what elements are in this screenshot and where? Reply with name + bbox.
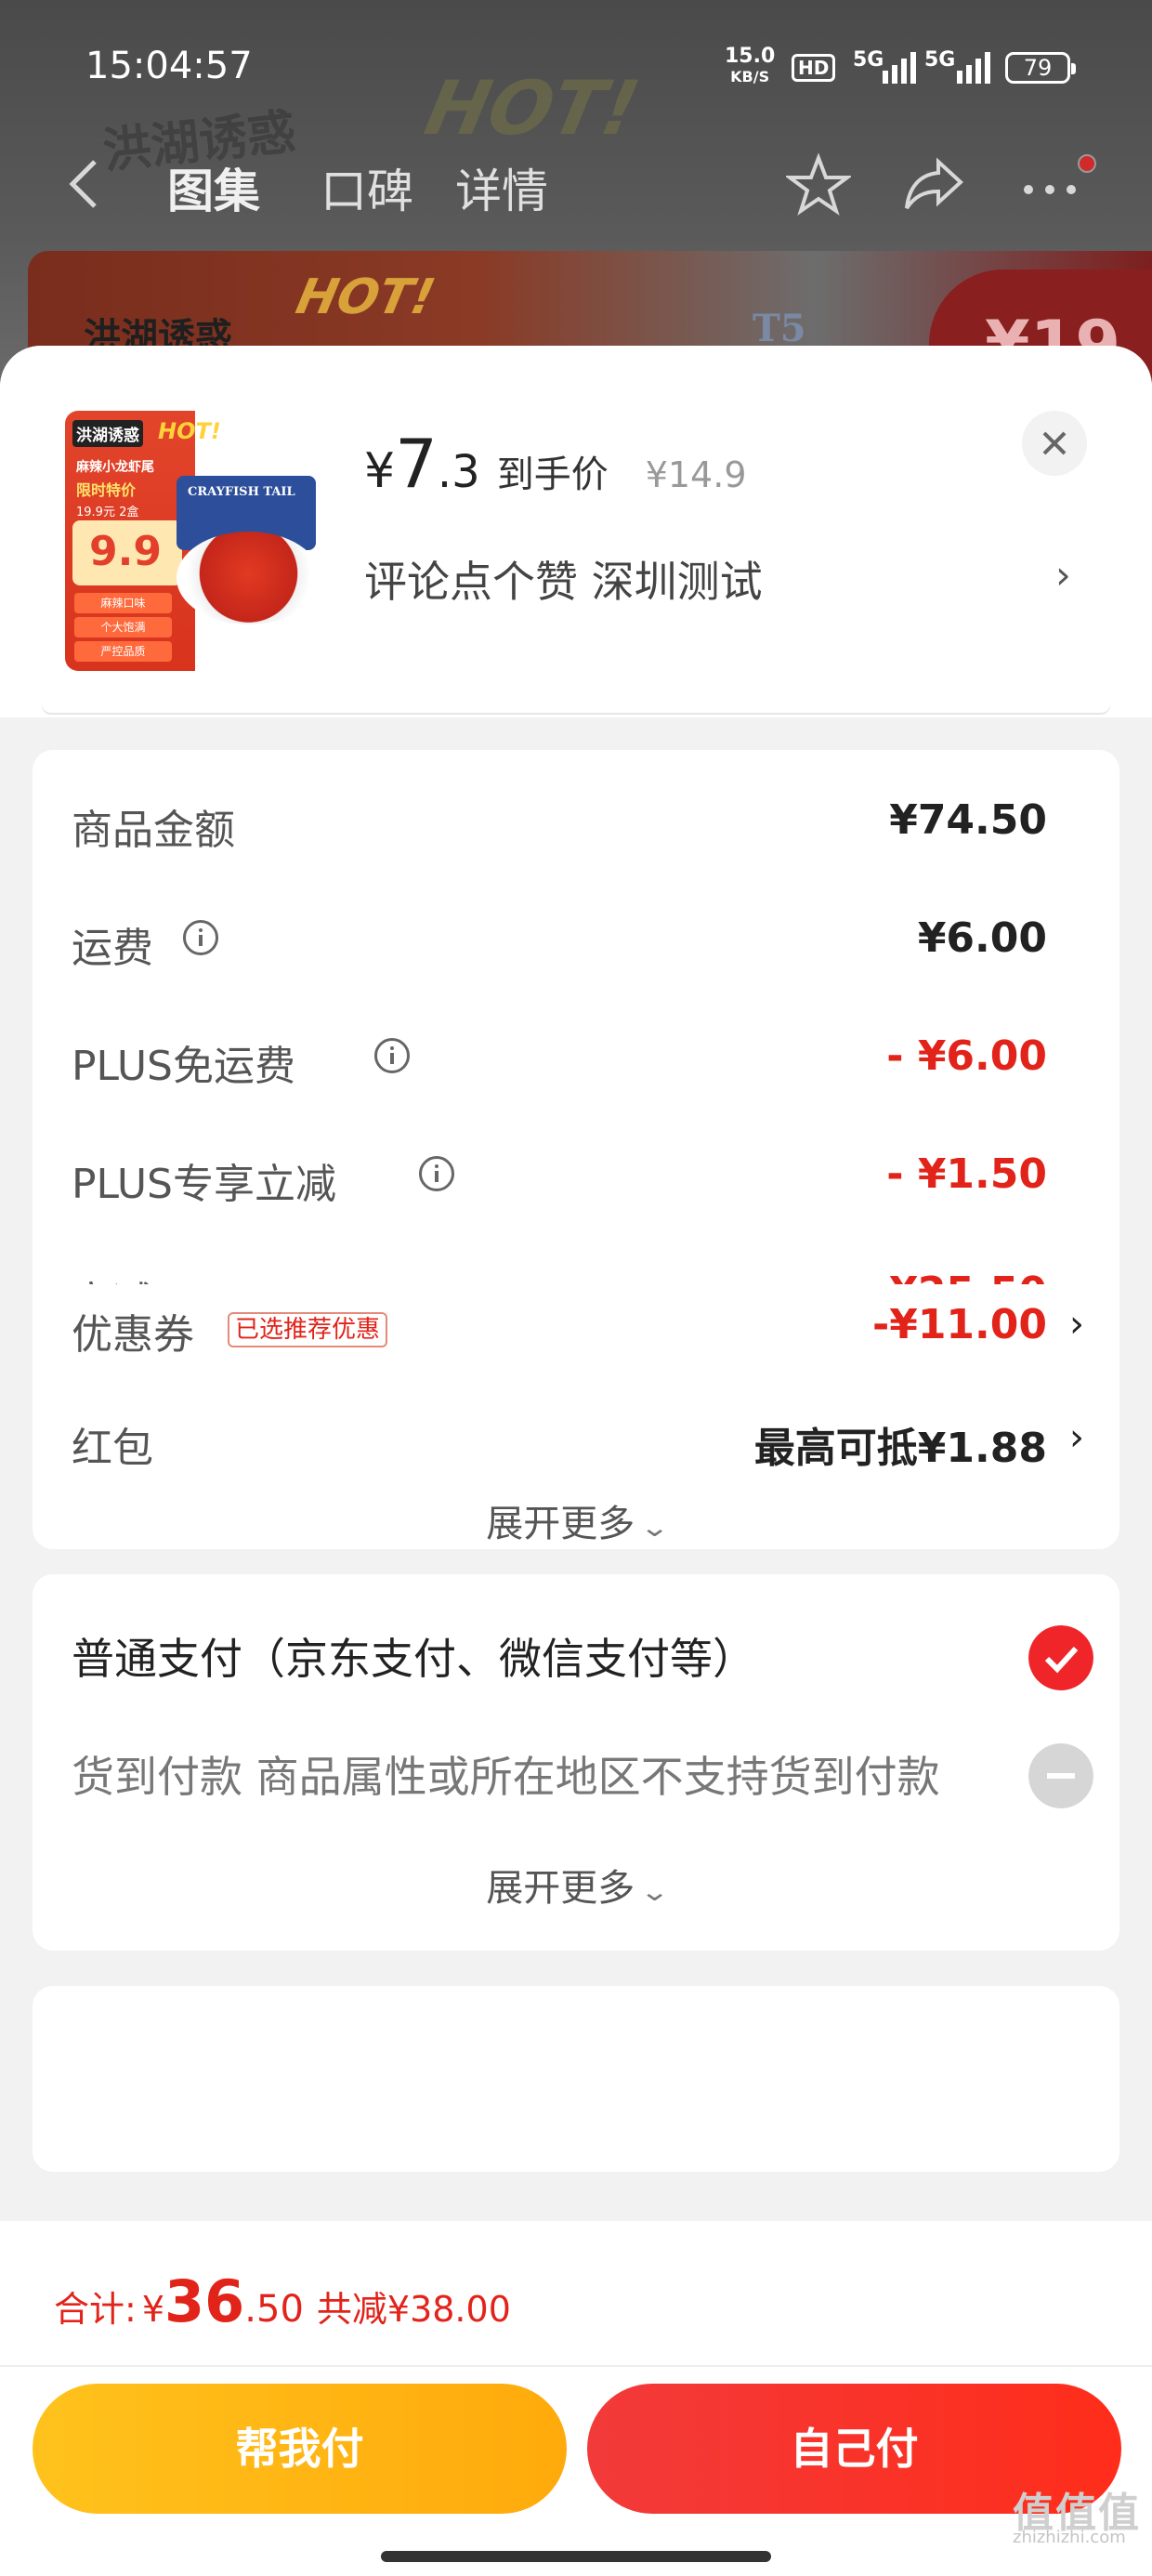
- red-packet-value: 最高可抵¥1.88: [753, 1425, 1047, 1472]
- product-spec[interactable]: 评论点个赞 深圳测试: [364, 548, 763, 610]
- signal-bars-icon-2: [957, 52, 990, 84]
- signal-5g-label-2: 5G: [924, 48, 956, 72]
- fee-value: - ¥1.50: [886, 1150, 1047, 1198]
- fee-label: PLUS免运费: [72, 1043, 295, 1090]
- thumb-brand: 洪湖诱惑: [72, 420, 143, 447]
- fee-row-goods: 商品金额 ¥74.50: [72, 796, 1084, 861]
- status-bar: 15:04:57 15.0 KB/S HD 5G 5G 79: [0, 0, 1152, 139]
- payment-normal-label: 普通支付（京东支付、微信支付等）: [72, 1634, 755, 1684]
- coupon-badge: 已选推荐优惠: [228, 1312, 388, 1347]
- total-integer: 36: [164, 2267, 245, 2335]
- expand-more-payment[interactable]: 展开更多 ⌄: [33, 1858, 1119, 1912]
- product-thumbnail: 洪湖诱惑 HOT! 麻辣小龙虾尾 限时特价 19.9元 2盒 9.9 麻辣口味 …: [65, 411, 325, 671]
- notification-dot: [1078, 154, 1096, 173]
- thumb-line3: 19.9元 2盒: [76, 506, 139, 519]
- total-symbol: ¥: [141, 2289, 164, 2330]
- thumb-line2: 限时特价: [76, 481, 137, 499]
- divider: [0, 2365, 1152, 2367]
- chevron-right-icon[interactable]: ›: [1055, 552, 1071, 598]
- fee-value: ¥74.50: [889, 796, 1047, 844]
- thumb-crayfish-bowl: [177, 532, 321, 624]
- thumb-price-card: 9.9: [72, 520, 182, 585]
- thumb-pill: 个大饱满: [74, 617, 172, 637]
- home-indicator[interactable]: [381, 2551, 771, 2562]
- fee-row-plus-discount: PLUS专享立减 - ¥1.50: [72, 1150, 1084, 1216]
- fee-breakdown-card-lower: 优惠券 已选推荐优惠 -¥11.00 › 红包 最高可抵¥1.88 › 展开更多…: [33, 1284, 1119, 1549]
- fee-label: 商品金额: [72, 807, 235, 854]
- chevron-right-icon[interactable]: ›: [1069, 1303, 1084, 1346]
- chevron-down-icon: ⌄: [639, 1876, 671, 1907]
- background-banner-hot: HOT!: [291, 269, 440, 325]
- close-icon[interactable]: [1022, 411, 1087, 476]
- tab-gallery[interactable]: 图集: [167, 154, 260, 221]
- thumb-big-price: 9.9: [89, 528, 162, 575]
- payment-normal-option[interactable]: 普通支付（京东支付、微信支付等）: [72, 1625, 1093, 1690]
- coupon-label: 优惠券: [72, 1311, 194, 1359]
- fee-value: - ¥6.00: [886, 1032, 1047, 1080]
- original-price: ¥14.9: [645, 454, 747, 495]
- favorite-star-icon[interactable]: [786, 152, 851, 217]
- info-icon[interactable]: [419, 1156, 454, 1191]
- watermark-url: zhizhizhi.com: [1013, 2528, 1126, 2547]
- coupon-row[interactable]: 优惠券 已选推荐优惠 -¥11.00 ›: [72, 1301, 1084, 1366]
- fee-row-plus-free-shipping: PLUS免运费 - ¥6.00: [72, 1032, 1084, 1097]
- thumb-pill: 麻辣口味: [74, 593, 172, 613]
- thumb-pill: 严控品质: [74, 641, 172, 662]
- fee-label: PLUS专享立减: [72, 1161, 336, 1208]
- total-decimal: .50: [244, 2288, 304, 2331]
- network-speed: 15.0 KB/S: [725, 46, 775, 87]
- chevron-right-icon[interactable]: ›: [1069, 1416, 1084, 1459]
- red-packet-label: 红包: [72, 1425, 153, 1472]
- share-icon[interactable]: [901, 152, 966, 217]
- tab-reviews[interactable]: 口碑: [321, 154, 413, 221]
- fee-row-shipping: 运费 ¥6.00: [72, 914, 1084, 979]
- checkout-footer: 合计: ¥ 36 .50 共减¥38.00 帮我付 自己付 值值值 zhizhi…: [0, 2221, 1152, 2576]
- price-tag: 到手价: [496, 453, 609, 496]
- info-icon[interactable]: [374, 1038, 410, 1073]
- expand-more-fees[interactable]: 展开更多 ⌄: [33, 1493, 1119, 1547]
- fee-breakdown-card: 商品金额 ¥74.50 运费 ¥6.00 PLUS免运费 - ¥6.00 PLU…: [33, 750, 1119, 1326]
- thumb-box-label: CRAYFISH TAIL: [188, 485, 295, 499]
- total-label: 合计:: [54, 2289, 137, 2330]
- info-icon[interactable]: [183, 920, 218, 955]
- network-speed-unit: KB/S: [730, 68, 770, 85]
- price-integer: 7: [395, 425, 438, 503]
- divider: [42, 703, 1110, 713]
- hd-icon: HD: [792, 54, 836, 82]
- signal-bars-icon: [883, 52, 916, 84]
- total-saved: 共减¥38.00: [316, 2289, 511, 2330]
- more-menu-icon[interactable]: [1017, 152, 1082, 217]
- red-packet-row[interactable]: 红包 最高可抵¥1.88 ›: [72, 1414, 1084, 1479]
- fee-value: ¥6.00: [917, 914, 1047, 962]
- product-nav-bar: 图集 口碑 详情: [0, 149, 1152, 232]
- expand-more-label: 展开更多: [486, 1503, 635, 1545]
- order-total: 合计: ¥ 36 .50 共减¥38.00: [54, 2267, 511, 2335]
- disabled-radio-icon: [1028, 1743, 1093, 1808]
- payment-method-card: 普通支付（京东支付、微信支付等） 货到付款 商品属性或所在地区不支持货到付款 展…: [33, 1574, 1119, 1951]
- thumb-line1: 麻辣小龙虾尾: [76, 460, 154, 475]
- tab-details[interactable]: 详情: [455, 154, 548, 221]
- thumb-hot: HOT!: [158, 418, 221, 444]
- battery-icon: 79: [1005, 52, 1076, 84]
- payment-cod-label: 货到付款 商品属性或所在地区不支持货到付款: [72, 1752, 940, 1802]
- expand-more-label: 展开更多: [486, 1867, 635, 1910]
- help-pay-button[interactable]: 帮我付: [33, 2384, 567, 2514]
- checked-radio-icon[interactable]: [1028, 1625, 1093, 1690]
- network-speed-value: 15.0: [725, 45, 776, 68]
- price-symbol: ¥: [364, 443, 396, 499]
- back-arrow-icon[interactable]: [65, 156, 102, 212]
- invoice-card-partial: [33, 1986, 1119, 2172]
- status-time: 15:04:57: [85, 45, 253, 87]
- signal-5g-label: 5G: [853, 48, 884, 72]
- product-summary: 洪湖诱惑 HOT! 麻辣小龙虾尾 限时特价 19.9元 2盒 9.9 麻辣口味 …: [0, 346, 1152, 717]
- chevron-down-icon: ⌄: [639, 1512, 671, 1543]
- coupon-value: -¥11.00: [871, 1301, 1047, 1348]
- background-banner-logo: T5: [753, 307, 806, 350]
- product-price: ¥ 7 .3 到手价 ¥14.9: [364, 425, 747, 503]
- fee-label: 运费: [72, 925, 153, 972]
- payment-cod-option: 货到付款 商品属性或所在地区不支持货到付款: [72, 1743, 1093, 1808]
- price-decimal: .3: [437, 446, 480, 498]
